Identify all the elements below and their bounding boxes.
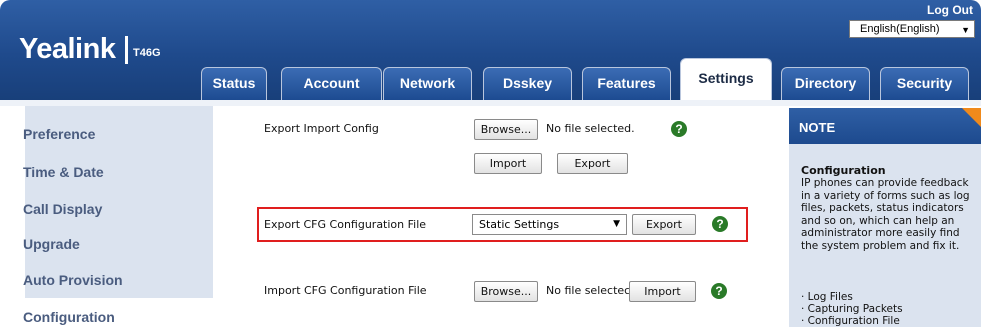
chevron-down-icon: ▼ xyxy=(613,219,620,229)
tab-account[interactable]: Account xyxy=(281,67,382,100)
sidebar-item-call-display[interactable]: Call Display xyxy=(23,201,102,217)
language-select-value: English(English) xyxy=(860,23,940,35)
cfg-type-select[interactable]: Static Settings ▼ xyxy=(472,214,627,235)
help-icon[interactable]: ? xyxy=(671,121,687,137)
browse-cfg-button[interactable]: Browse... xyxy=(474,281,538,302)
export-import-config-label: Export Import Config xyxy=(264,122,379,135)
note-list-item: · Configuration File xyxy=(801,315,900,327)
tab-dsskey[interactable]: Dsskey xyxy=(483,67,572,100)
file-status-text: No file selected. xyxy=(546,122,635,135)
note-heading: Configuration xyxy=(801,164,886,177)
note-list-item: · Log Files xyxy=(801,291,853,303)
tab-security[interactable]: Security xyxy=(880,67,969,100)
chevron-down-icon: ▼ xyxy=(961,25,970,35)
import-cfg-label: Import CFG Configuration File xyxy=(264,284,427,297)
brand-logo: Yealink xyxy=(19,33,116,65)
logout-link[interactable]: Log Out xyxy=(927,3,973,17)
export-cfg-button[interactable]: Export xyxy=(632,214,696,235)
note-list-item: · Capturing Packets xyxy=(801,303,903,315)
import-button[interactable]: Import xyxy=(474,153,542,174)
help-icon[interactable]: ? xyxy=(711,283,727,299)
sidebar-item-upgrade[interactable]: Upgrade xyxy=(23,236,80,252)
sidebar-item-preference[interactable]: Preference xyxy=(23,126,95,142)
export-button[interactable]: Export xyxy=(557,153,628,174)
cfg-type-select-value: Static Settings xyxy=(479,218,560,231)
help-icon[interactable]: ? xyxy=(712,216,728,232)
tab-features[interactable]: Features xyxy=(582,67,671,100)
tab-network[interactable]: Network xyxy=(383,67,472,100)
note-title: NOTE xyxy=(799,120,836,135)
cfg-file-status-text: No file selectec xyxy=(546,284,631,297)
import-cfg-button[interactable]: Import xyxy=(629,281,696,302)
sidebar-item-time-date[interactable]: Time & Date xyxy=(23,164,104,180)
tab-status[interactable]: Status xyxy=(201,67,267,100)
language-select[interactable]: English(English) ▼ xyxy=(849,20,975,38)
note-body: IP phones can provide feedback in a vari… xyxy=(801,177,970,252)
sidebar-item-configuration[interactable]: Configuration xyxy=(23,309,115,325)
note-corner-accent xyxy=(962,108,981,127)
tab-directory[interactable]: Directory xyxy=(781,67,870,100)
sidebar-item-auto-provision[interactable]: Auto Provision xyxy=(23,272,123,288)
browse-button[interactable]: Browse... xyxy=(474,119,538,140)
logo-divider xyxy=(125,36,128,64)
model-label: T46G xyxy=(133,47,161,59)
export-cfg-label: Export CFG Configuration File xyxy=(264,218,427,231)
tab-settings[interactable]: Settings xyxy=(680,58,772,100)
